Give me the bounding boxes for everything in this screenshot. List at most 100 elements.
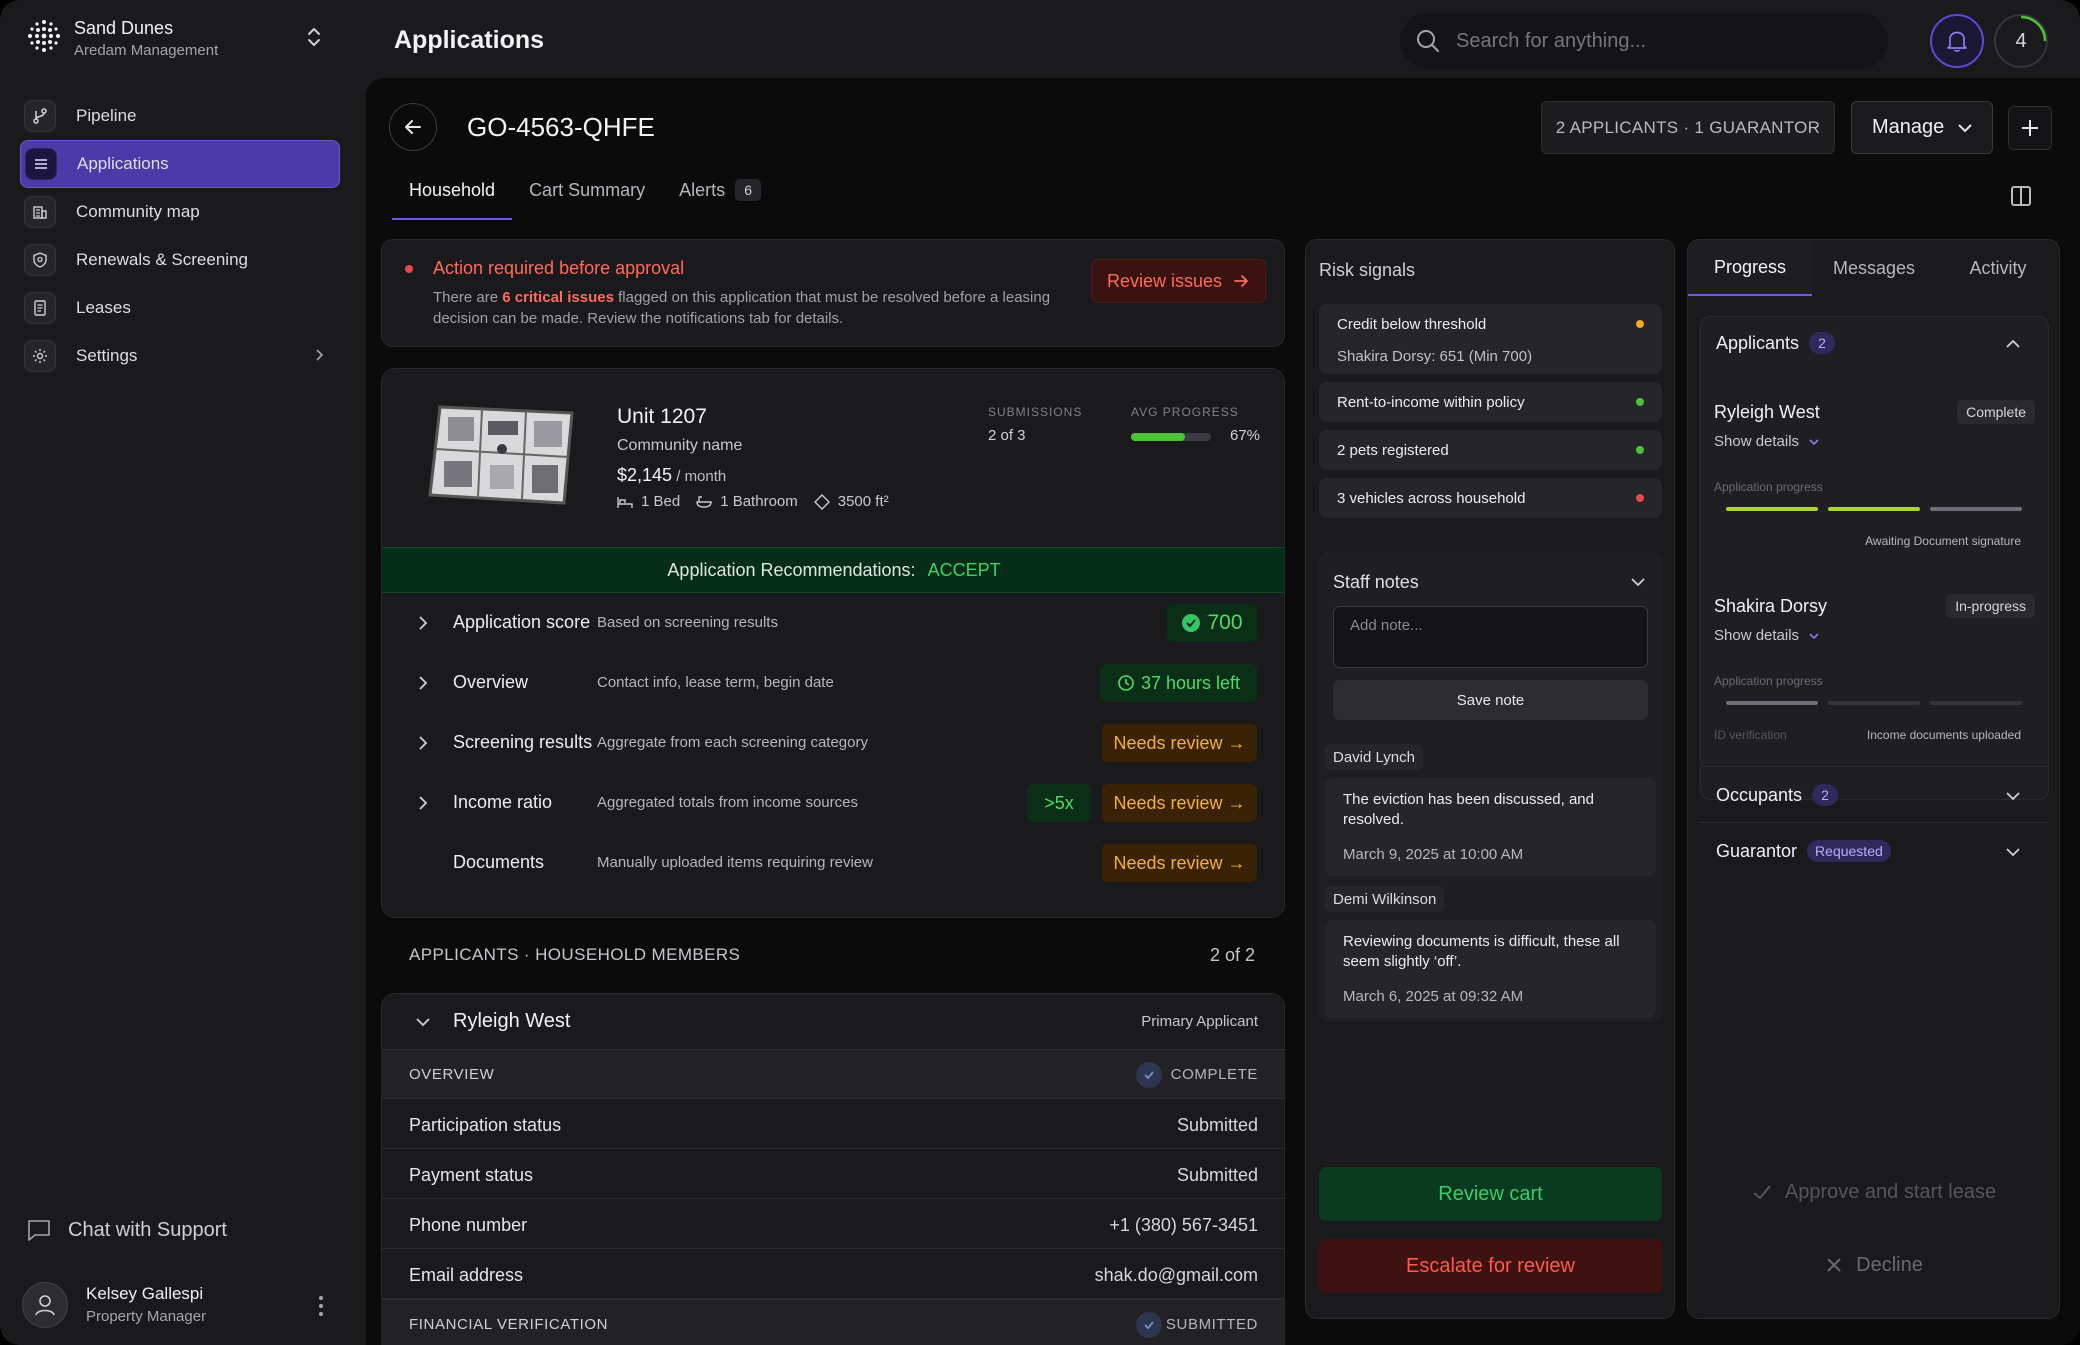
show-details-toggle[interactable]: Show details [1714, 433, 1821, 450]
avatar [22, 1282, 68, 1328]
field-label: Email address [409, 1265, 524, 1285]
financial-section-header[interactable]: FINANCIAL VERIFICATION SUBMITTED [382, 1299, 1284, 1345]
sidebar-item-leases[interactable]: Leases [20, 284, 340, 332]
community-name: Community name [617, 437, 743, 454]
recommendation-bar: Application Recommendations: ACCEPT [382, 547, 1284, 593]
chevron-down-icon[interactable] [1628, 572, 1648, 592]
note-author: David Lynch [1325, 744, 1423, 770]
note-text: Reviewing documents is difficult, these … [1343, 933, 1620, 970]
members-heading: APPLICANTS · HOUSEHOLD MEMBERS [409, 945, 741, 964]
tab-messages[interactable]: Messages [1812, 240, 1936, 296]
overview-status: COMPLETE [1170, 1066, 1258, 1083]
sidebar-item-renewals[interactable]: Renewals & Screening [20, 236, 340, 284]
applicants-label: Applicants [1716, 332, 1800, 353]
risk-signal[interactable]: Rent-to-income within policy [1319, 382, 1662, 422]
guarantor-label: Guarantor [1716, 840, 1798, 861]
occupants-header[interactable]: Occupants 2 [1716, 784, 1839, 806]
tab-progress[interactable]: Progress [1688, 240, 1812, 296]
time-left-badge: 37 hours left [1100, 664, 1257, 702]
approve-start-lease-button[interactable]: Approve and start lease [1687, 1172, 2060, 1212]
more-vertical-icon[interactable] [318, 1294, 324, 1318]
score-value: 700 [1207, 611, 1243, 634]
search-bar[interactable] [1400, 13, 1888, 69]
overview-section-header[interactable]: OVERVIEW COMPLETE [382, 1049, 1284, 1099]
arrow-left-icon [405, 120, 421, 134]
manage-dropdown[interactable]: Manage [1851, 101, 1993, 154]
note-input[interactable] [1333, 606, 1648, 668]
sidebar-item-pipeline[interactable]: Pipeline [20, 92, 340, 140]
risk-signal[interactable]: Credit below threshold Shakira Dorsy: 65… [1319, 304, 1662, 374]
tab-household[interactable]: Household [392, 170, 513, 220]
applicant-name: Ryleigh West [453, 1010, 571, 1032]
row-screening-results[interactable]: Screening results Aggregate from each sc… [382, 713, 1284, 773]
applicants-count-badge: 2 [1809, 332, 1836, 354]
progress-segment [1930, 507, 2022, 511]
submissions-value: 2 of 3 [988, 427, 1026, 444]
save-note-button[interactable]: Save note [1333, 680, 1648, 720]
show-details-toggle[interactable]: Show details [1714, 627, 1821, 644]
row-income-ratio[interactable]: Income ratio Aggregated totals from inco… [382, 773, 1284, 833]
applicant-role: Primary Applicant [1141, 1013, 1258, 1030]
tab-alerts[interactable]: Alerts 6 [662, 170, 778, 220]
shield-icon [24, 244, 56, 276]
needs-review-button[interactable]: Needs review → [1102, 724, 1257, 762]
chevron-up-icon[interactable] [2003, 334, 2023, 354]
split-view-icon[interactable] [2009, 184, 2033, 208]
row-overview[interactable]: Overview Contact info, lease term, begin… [382, 653, 1284, 713]
progress-ring-icon [2020, 15, 2047, 42]
row-application-score[interactable]: Application score Based on screening res… [382, 593, 1284, 653]
sidebar-item-label: Settings [76, 346, 138, 365]
progress-caption: Income documents uploaded [1866, 728, 2021, 742]
sidebar-item-applications[interactable]: Applications [20, 140, 340, 188]
sidebar-item-community-map[interactable]: Community map [20, 188, 340, 236]
sidebar-item-label: Applications [77, 154, 169, 173]
add-button[interactable] [2008, 106, 2052, 150]
needs-review-button[interactable]: Needs review → [1102, 844, 1257, 882]
applicant-header[interactable]: Ryleigh West Primary Applicant [382, 994, 1284, 1049]
progress-segment [1930, 701, 2022, 705]
user-profile[interactable]: Kelsey Gallespi Property Manager [22, 1280, 342, 1330]
back-button[interactable] [389, 103, 437, 151]
time-left-value: 37 hours left [1140, 672, 1241, 693]
applicants-header[interactable]: Applicants 2 [1716, 332, 1836, 354]
risk-signal[interactable]: 2 pets registered [1319, 430, 1662, 470]
review-issues-button[interactable]: Review issues [1091, 259, 1266, 303]
signal-subtitle: Shakira Dorsy: 651 (Min 700) [1337, 348, 1533, 365]
chevron-right-icon [316, 349, 324, 361]
review-cart-button[interactable]: Review cart [1319, 1167, 1662, 1221]
task-counter[interactable]: 4 [1994, 14, 2048, 68]
sidebar-item-settings[interactable]: Settings [20, 332, 340, 380]
chevron-down-icon [1809, 632, 1819, 639]
chevron-down-icon [1958, 123, 1972, 132]
area-value: 3500 ft² [837, 493, 889, 510]
guarantor-header[interactable]: Guarantor Requested [1716, 840, 1891, 862]
row-title: Screening results [453, 732, 593, 752]
show-details-label: Show details [1714, 433, 1800, 450]
risk-signal[interactable]: 3 vehicles across household [1319, 478, 1662, 518]
chevron-right-icon [419, 616, 428, 630]
tab-activity[interactable]: Activity [1936, 240, 2059, 296]
alert-text-pre: There are [433, 289, 503, 306]
chevron-down-icon[interactable] [2003, 842, 2023, 862]
field-value: +1 (380) 567-3451 [1109, 1215, 1258, 1235]
search-input[interactable] [1456, 23, 1856, 59]
unit-price-period: / month [672, 468, 727, 485]
progress-panel: Progress Messages Activity Applicants 2 … [1687, 239, 2060, 1319]
needs-review-button[interactable]: Needs review → [1102, 784, 1257, 822]
decline-button[interactable]: Decline [1687, 1245, 2060, 1285]
row-documents[interactable]: Documents Manually uploaded items requir… [382, 833, 1284, 893]
sidebar: Sand Dunes Aredam Management Pipeline Ap… [0, 0, 366, 1345]
notifications-button[interactable] [1930, 14, 1984, 68]
field-label: Payment status [409, 1165, 534, 1185]
progress-caption-left: ID verification [1714, 728, 1787, 742]
escalate-button[interactable]: Escalate for review [1319, 1239, 1662, 1293]
tab-cart-summary[interactable]: Cart Summary [512, 170, 662, 220]
chat-support-button[interactable]: Chat with Support [26, 1215, 227, 1245]
note-text: The eviction has been discussed, and res… [1343, 791, 1594, 828]
pipeline-icon [24, 100, 56, 132]
alert-dot [405, 265, 413, 273]
field-participation-status: Participation status Submitted [382, 1099, 1284, 1149]
chevron-down-icon[interactable] [2003, 786, 2023, 806]
note-item: The eviction has been discussed, and res… [1325, 778, 1656, 876]
org-switcher[interactable]: Sand Dunes Aredam Management [26, 16, 336, 64]
